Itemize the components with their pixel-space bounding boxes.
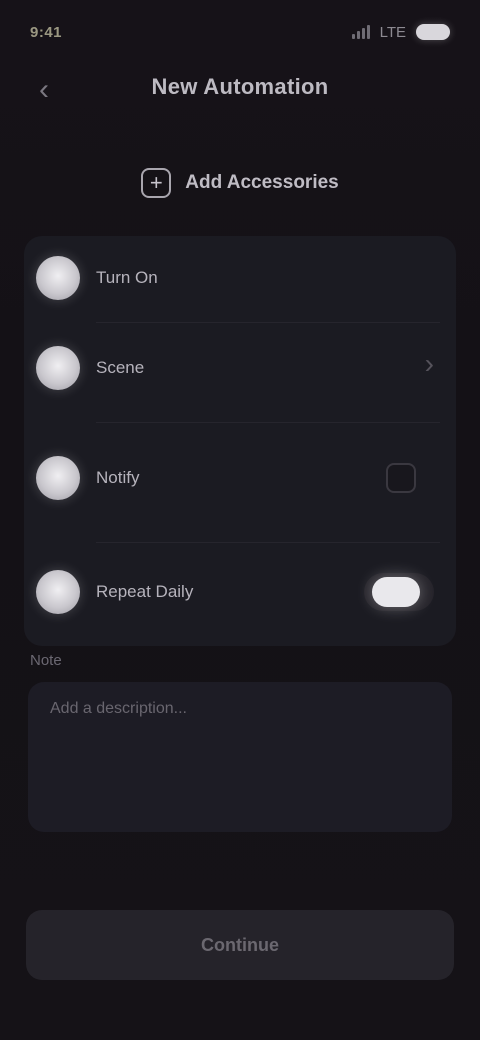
option-row-scene[interactable]: Scene › (24, 344, 456, 392)
option-icon (36, 570, 80, 614)
option-row-notify[interactable]: Notify (24, 454, 456, 502)
note-section-label: Note (30, 652, 62, 669)
signal-icon (351, 25, 370, 39)
option-icon (36, 256, 80, 300)
option-label: Notify (96, 468, 140, 487)
option-label: Turn On (96, 268, 158, 287)
add-accessories-label: Add Accessories (185, 172, 339, 193)
network-label: LTE (379, 23, 406, 41)
status-right: LTE (351, 23, 450, 41)
note-placeholder: Add a description... (50, 700, 187, 717)
plus-square-icon: + (141, 168, 172, 198)
status-left: 9:41 (30, 24, 62, 41)
add-accessories-button[interactable]: + Add Accessories (0, 160, 480, 206)
status-bar: 9:41 LTE (30, 18, 450, 46)
notify-checkbox[interactable] (386, 463, 416, 493)
option-label: Repeat Daily (96, 582, 194, 601)
divider (96, 322, 440, 323)
option-row-turn-on[interactable]: Turn On (24, 254, 456, 302)
automation-screen: 9:41 LTE ‹ New Automation + Add Accessor… (0, 0, 480, 1040)
option-label: Scene (96, 358, 145, 377)
battery-icon (416, 24, 450, 40)
continue-button-label: Continue (201, 934, 279, 955)
option-icon (36, 456, 80, 500)
divider (96, 542, 440, 543)
divider (96, 422, 440, 423)
status-time: 9:41 (30, 23, 63, 41)
chevron-right-icon: › (424, 348, 434, 379)
repeat-daily-toggle[interactable] (364, 573, 434, 611)
toggle-knob (372, 577, 420, 607)
option-icon (36, 346, 80, 390)
note-input[interactable]: Add a description... (28, 682, 452, 832)
option-row-repeat-daily[interactable]: Repeat Daily (24, 568, 456, 616)
options-card: Turn On Scene › Notify Repeat Daily (24, 236, 456, 646)
continue-button[interactable]: Continue (26, 910, 454, 980)
page-title: New Automation (151, 74, 329, 99)
header: ‹ New Automation (0, 62, 480, 118)
